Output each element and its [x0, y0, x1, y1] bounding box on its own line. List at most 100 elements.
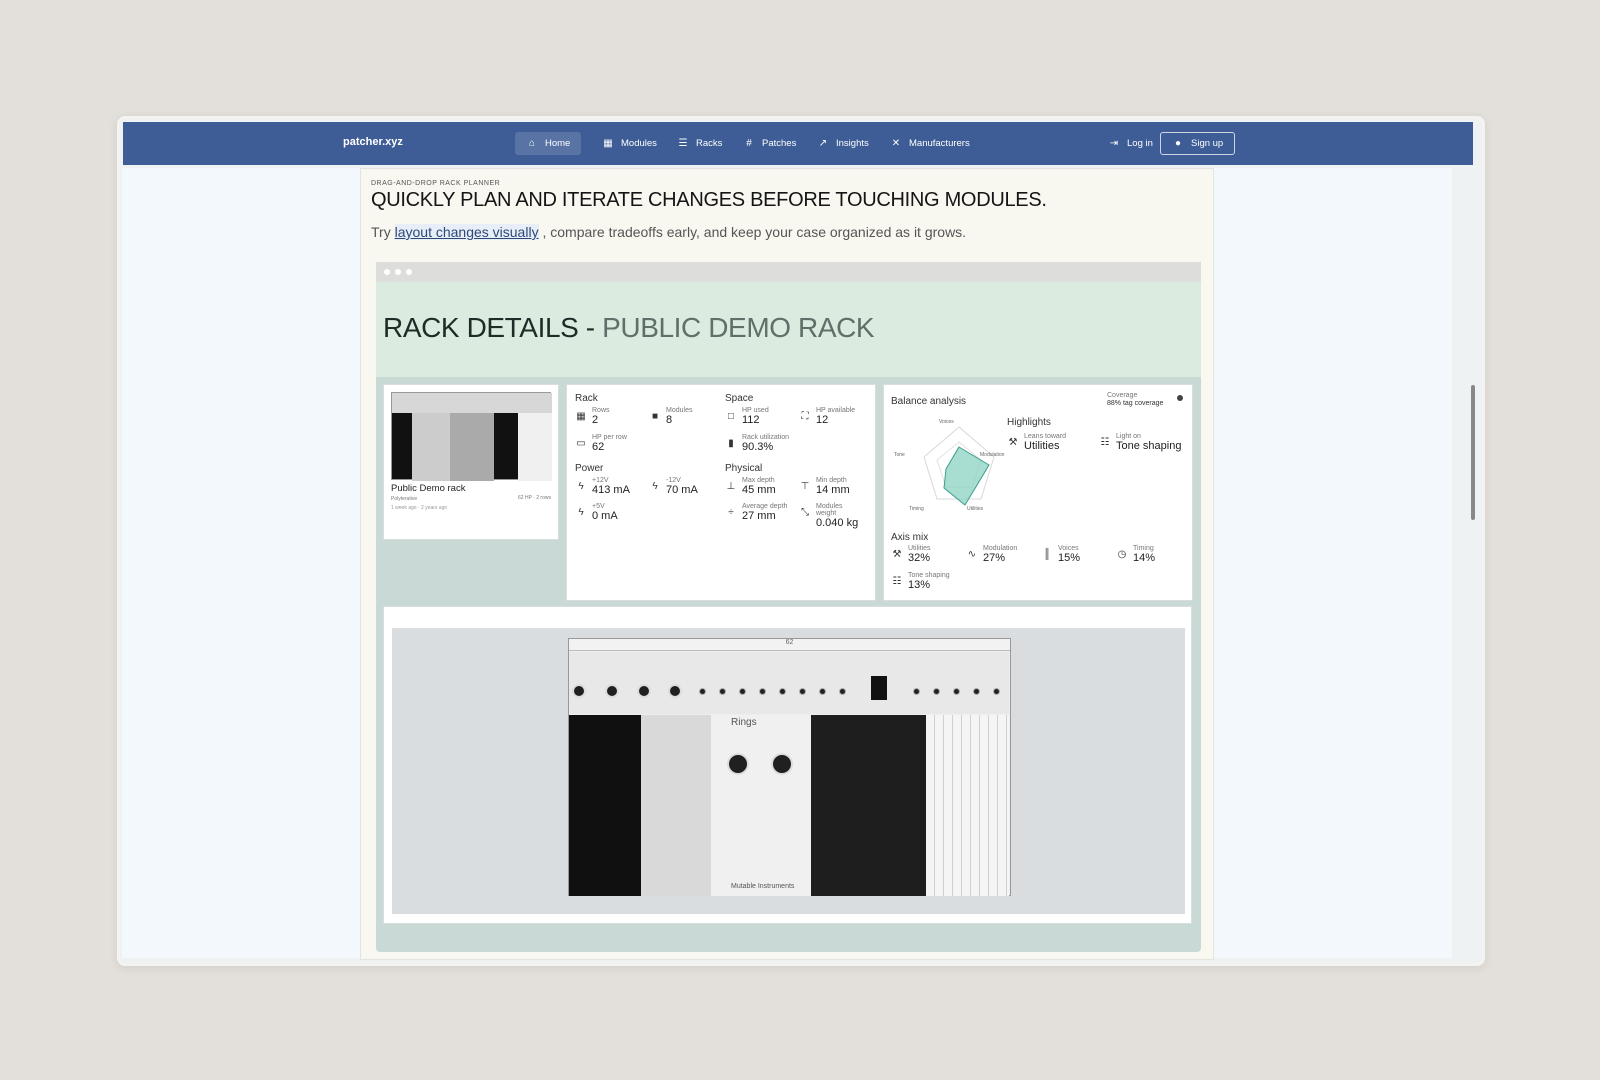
grid-icon: ▦ [576, 411, 586, 422]
axis-timing: ◷ Timing 14% [1117, 545, 1156, 564]
highlights-heading: Highlights [1007, 417, 1051, 428]
module-rings[interactable]: Rings Mutable Instruments [711, 715, 811, 896]
sliders-icon: ☷ [892, 576, 902, 587]
window-dot [406, 269, 412, 275]
radar-label: Modulation [980, 452, 1005, 458]
rack-visualization[interactable]: 62 Rings Mutable Instruments [568, 638, 1011, 896]
login-icon: ⇥ [1109, 138, 1119, 149]
rack-row-top [569, 652, 1009, 714]
nav-patches[interactable]: # Patches [732, 132, 807, 155]
patch-jack[interactable] [933, 688, 940, 695]
patch-jack[interactable] [819, 688, 826, 695]
bolt-icon: ϟ [652, 481, 658, 492]
coverage-label: Coverage [1107, 392, 1138, 399]
stat-average-depth: ÷ Average depth 27 mm [725, 503, 787, 522]
nav-modules[interactable]: ▦ Modules [591, 132, 668, 155]
highlight-leans: ⚒ Leans toward Utilities [1008, 433, 1067, 452]
home-icon: ⌂ [528, 138, 536, 149]
nav-home[interactable]: ⌂ Home [515, 132, 582, 155]
rack-time: 1 week ago · 2 years ago [391, 505, 448, 511]
wave-icon: ∿ [967, 549, 977, 560]
module-knob[interactable] [771, 753, 793, 775]
stat-plus5v: ϟ +5V 0 mA [575, 503, 617, 522]
patch-jack[interactable] [973, 688, 980, 695]
patch-jack[interactable] [953, 688, 960, 695]
bar-chart-icon: ▮ [728, 438, 734, 449]
brand-logo[interactable]: patcher.xyz [343, 136, 403, 148]
patch-jack[interactable] [699, 688, 706, 695]
stat-hp-available: ⛶ HP available 12 [799, 407, 856, 426]
stat-plus12v: ϟ +12V 413 mA [575, 477, 630, 496]
balance-analysis-card: Balance analysis Coverage 88% tag covera… [883, 384, 1193, 601]
window-dot [395, 269, 401, 275]
balance-heading: Balance analysis [891, 396, 967, 407]
hero-title: QUICKLY PLAN AND ITERATE CHANGES BEFORE … [371, 189, 1047, 211]
rack-details-mockup: RACK DETAILS - PUBLIC DEMO RACK Public D… [376, 262, 1201, 952]
hero-link[interactable]: layout changes visually [394, 224, 539, 240]
nav-insights[interactable]: ↗ Insights [806, 132, 880, 155]
ruler-icon: ▭ [576, 438, 586, 449]
stat-hp-used: □ HP used 112 [725, 407, 769, 426]
module-knob[interactable] [727, 753, 749, 775]
empty-rack-space[interactable] [926, 715, 1009, 896]
radar-label: Timing [909, 506, 924, 512]
modules-icon: ■ [651, 411, 659, 422]
compress-icon: ÷ [728, 507, 734, 518]
insights-icon: ↗ [818, 138, 828, 149]
axis-mix-heading: Axis mix [891, 532, 929, 543]
stat-rack-utilization: ▮ Rack utilization 90.3% [725, 434, 789, 453]
stat-weight: ⤡ Modules weight 0.040 kg [801, 503, 859, 529]
info-icon[interactable] [1177, 395, 1183, 401]
balance-radar-chart [923, 426, 995, 506]
module-knob[interactable] [572, 684, 586, 698]
patch-jack[interactable] [913, 688, 920, 695]
stat-min-depth: ⊤ Min depth 14 mm [800, 477, 850, 496]
scroll-thumb[interactable] [1471, 385, 1475, 520]
patch-jack[interactable] [779, 688, 786, 695]
module-batumi[interactable] [641, 715, 711, 896]
patch-jack[interactable] [759, 688, 766, 695]
rack-owner: Polyterative [391, 496, 418, 502]
patch-jack[interactable] [799, 688, 806, 695]
rack-size: 62 HP · 2 rows [518, 495, 551, 501]
patch-jack[interactable] [839, 688, 846, 695]
rack-preview-canvas[interactable]: 62 Rings Mutable Instruments [392, 628, 1185, 914]
mockup-header: RACK DETAILS - PUBLIC DEMO RACK [376, 282, 1201, 377]
sliders-icon: ☷ [1100, 437, 1110, 448]
coverage-value: 88% tag coverage [1107, 400, 1164, 407]
patch-jack[interactable] [719, 688, 726, 695]
page-scrollbar[interactable] [1468, 165, 1478, 963]
nav-manufacturers[interactable]: ✕ Manufacturers [879, 132, 981, 155]
patch-jack[interactable] [739, 688, 746, 695]
mockup-titlebar [376, 262, 1201, 282]
grid-icon: ▦ [603, 138, 613, 149]
patch-icon: # [746, 138, 752, 149]
signup-button[interactable]: ● Sign up [1160, 132, 1236, 155]
module-mimeophon[interactable] [811, 715, 926, 896]
axis-utilities: ⚒ Utilities 32% [892, 545, 931, 564]
rack-name[interactable]: Public Demo rack [391, 483, 465, 494]
bolt-icon: ϟ [578, 507, 584, 518]
rack-icon: ☰ [678, 138, 688, 149]
depth-up-icon: ⊤ [800, 481, 810, 492]
module-basilica[interactable] [569, 715, 641, 896]
module-knob[interactable] [637, 684, 651, 698]
module-knob[interactable] [605, 684, 619, 698]
expand-icon: ⛶ [801, 411, 809, 422]
patch-jack[interactable] [993, 688, 1000, 695]
rack-preview-card: 62 Rings Mutable Instruments [383, 606, 1192, 924]
axis-voices: ║ Voices 15% [1041, 545, 1080, 564]
resize-icon: ⤡ [801, 507, 809, 518]
login-button[interactable]: ⇥ Log in [1097, 132, 1164, 155]
box-icon: □ [727, 411, 735, 422]
stats-card: Rack Space ▦ Rows 2 ■ Modules 8 □ HP used 112 … [566, 384, 876, 601]
stat-rows: ▦ Rows 2 [576, 407, 610, 426]
top-navbar: patcher.xyz ⌂ Home ▦ Modules ☰ Racks # Patch… [123, 122, 1473, 165]
hero-eyebrow: DRAG-AND-DROP RACK PLANNER [371, 180, 501, 187]
wrench-icon: ⚒ [892, 549, 902, 560]
nav-racks[interactable]: ☰ Racks [666, 132, 733, 155]
axis-modulation: ∿ Modulation 27% [967, 545, 1018, 564]
rack-summary-card[interactable]: Public Demo rack Polyterative 62 HP · 2 … [383, 384, 559, 540]
hero-card: DRAG-AND-DROP RACK PLANNER QUICKLY PLAN … [360, 168, 1214, 960]
module-knob[interactable] [668, 684, 682, 698]
